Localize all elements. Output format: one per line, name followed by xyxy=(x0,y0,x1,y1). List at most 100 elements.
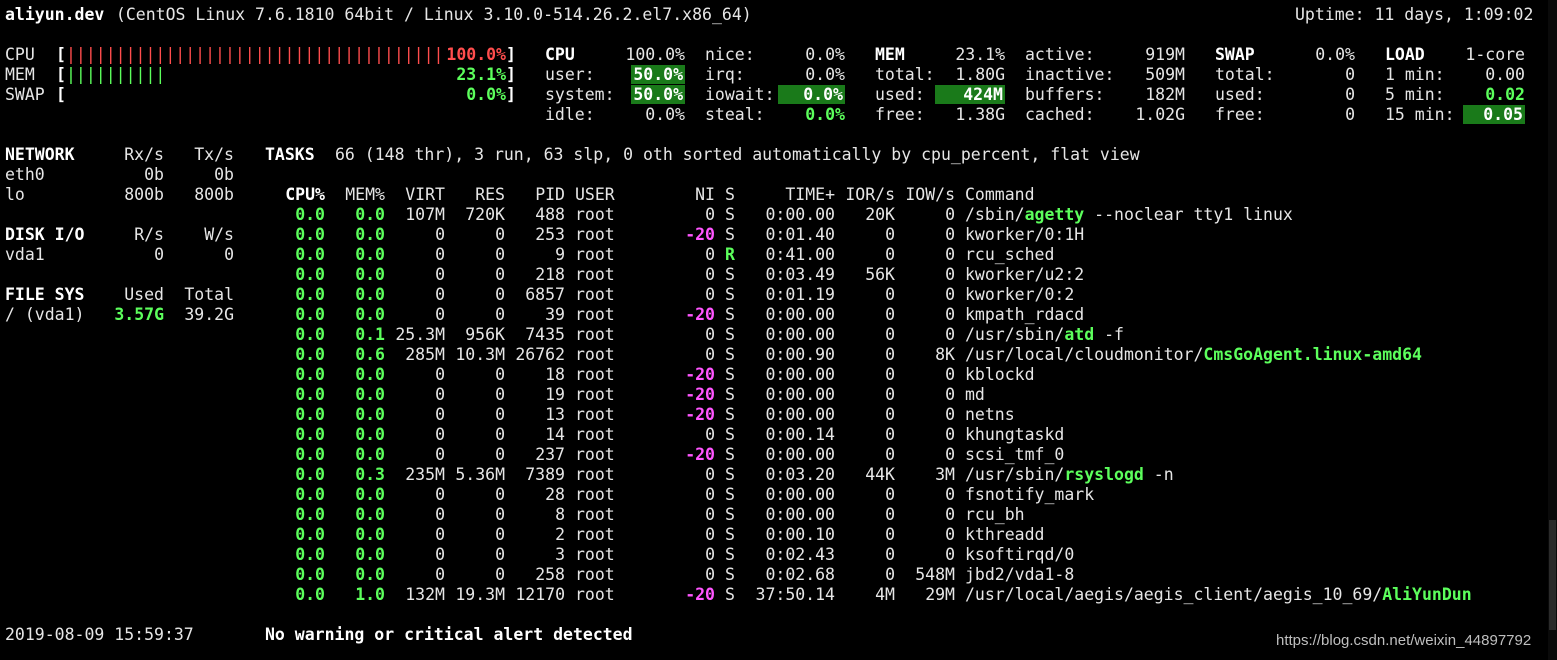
process-io-read: 0 xyxy=(885,505,895,524)
process-time: 0:03.20 xyxy=(765,465,835,484)
column-header-ni[interactable]: NI xyxy=(675,185,715,205)
process-time: 0:00.00 xyxy=(765,205,835,224)
column-header-iow[interactable]: IOW/s xyxy=(895,185,955,205)
process-command-path: fsnotify_mark xyxy=(965,485,1095,504)
process-user: root xyxy=(575,245,615,264)
process-time: 0:00.10 xyxy=(765,525,835,544)
process-io-read: 0 xyxy=(885,565,895,584)
system-info: (CentOS Linux 7.6.1810 64bit / Linux 3.1… xyxy=(106,5,752,24)
process-pid: 3 xyxy=(555,545,565,564)
process-status: S xyxy=(725,285,735,304)
process-io-write: 0 xyxy=(945,405,955,424)
column-header-user[interactable]: USER xyxy=(575,185,615,205)
process-command-path: khungtaskd xyxy=(965,425,1065,444)
process-nice: -20 xyxy=(685,385,715,404)
process-cpu: 0.0 xyxy=(295,225,325,244)
process-command-name: rsyslogd xyxy=(1064,465,1144,484)
process-pid: 39 xyxy=(545,305,565,324)
process-command-path: ksoftirqd/0 xyxy=(965,545,1075,564)
process-io-write: 0 xyxy=(945,305,955,324)
column-header-ior[interactable]: IOR/s xyxy=(835,185,895,205)
process-virt: 235M xyxy=(405,465,445,484)
process-io-write: 0 xyxy=(945,265,955,284)
cpu-iowait-value: 0.0% xyxy=(778,85,845,104)
process-pid: 488 xyxy=(535,205,565,224)
column-header-virt[interactable]: VIRT xyxy=(385,185,445,205)
column-header-cpu[interactable]: CPU% xyxy=(265,185,325,205)
process-user: root xyxy=(575,405,615,424)
disk-title: DISK I/O xyxy=(5,225,85,244)
process-cpu: 0.0 xyxy=(295,305,325,324)
process-io-write: 3M xyxy=(935,465,955,484)
process-command-path: rcu_bh xyxy=(965,505,1025,524)
process-time: 0:01.40 xyxy=(765,225,835,244)
process-command-path: /usr/sbin/ xyxy=(965,465,1065,484)
process-user: root xyxy=(575,265,615,284)
process-command: kworker/u2:2 xyxy=(965,265,1084,285)
process-pid: 7389 xyxy=(525,465,565,484)
process-io-write: 0 xyxy=(945,485,955,504)
process-nice: -20 xyxy=(685,405,715,424)
process-cpu: 0.0 xyxy=(295,485,325,504)
column-header-pid[interactable]: PID xyxy=(505,185,565,205)
process-user: root xyxy=(575,525,615,544)
process-time: 0:01.19 xyxy=(765,285,835,304)
swap-percent: 0.0% xyxy=(1315,45,1355,64)
process-io-read: 0 xyxy=(885,405,895,424)
cpu-user-label: user: xyxy=(545,65,595,84)
swap-used-label: used: xyxy=(1215,85,1265,104)
column-header-command[interactable]: Command xyxy=(965,185,1035,205)
process-res: 19.3M xyxy=(455,585,505,604)
network-iface-name: lo xyxy=(5,185,25,204)
process-mem: 0.0 xyxy=(355,425,385,444)
column-header-mem[interactable]: MEM% xyxy=(325,185,385,205)
process-io-read: 0 xyxy=(885,305,895,324)
process-command: khungtaskd xyxy=(965,425,1064,445)
cpu-steal-label: steal: xyxy=(705,105,765,124)
swap-total-label: total: xyxy=(1215,65,1275,84)
process-mem: 0.0 xyxy=(355,285,385,304)
process-res: 720K xyxy=(465,205,505,224)
process-pid: 6857 xyxy=(525,285,565,304)
process-user: root xyxy=(575,325,615,344)
process-res: 0 xyxy=(495,285,505,304)
process-command-path: kworker/0:2 xyxy=(965,285,1075,304)
process-cpu: 0.0 xyxy=(295,345,325,364)
process-mem: 0.0 xyxy=(355,245,385,264)
process-cpu: 0.0 xyxy=(295,285,325,304)
process-pid: 14 xyxy=(545,425,565,444)
process-command: rcu_bh xyxy=(965,505,1025,525)
process-time: 0:00.00 xyxy=(765,445,835,464)
column-header-res[interactable]: RES xyxy=(445,185,505,205)
process-pid: 2 xyxy=(555,525,565,544)
process-time: 0:00.14 xyxy=(765,425,835,444)
process-virt: 0 xyxy=(435,245,445,264)
column-header-time[interactable]: TIME+ xyxy=(745,185,835,205)
filesys-used-header: Used xyxy=(124,285,164,304)
process-pid: 9 xyxy=(555,245,565,264)
network-tx-header: Tx/s xyxy=(194,145,234,164)
process-cpu: 0.0 xyxy=(295,465,325,484)
footer-alert-status: No warning or critical alert detected xyxy=(265,625,633,644)
filesys-total-header: Total xyxy=(184,285,234,304)
cpu-title: CPU xyxy=(545,45,575,64)
swap-used-value: 0 xyxy=(1345,85,1355,104)
process-virt: 0 xyxy=(435,525,445,544)
quicklook-swap-label: SWAP xyxy=(5,85,45,104)
column-header-status[interactable]: S xyxy=(725,185,735,205)
process-command-path: /usr/sbin/ xyxy=(965,325,1065,344)
process-io-write: 0 xyxy=(945,385,955,404)
process-io-write: 0 xyxy=(945,205,955,224)
cpu-steal-value: 0.0% xyxy=(805,105,845,124)
process-io-write: 8K xyxy=(935,345,955,364)
process-res: 10.3M xyxy=(455,345,505,364)
scrollbar-thumb[interactable] xyxy=(1549,520,1556,630)
process-nice: -20 xyxy=(685,585,715,604)
process-cpu: 0.0 xyxy=(295,585,325,604)
process-command-path: kmpath_rdacd xyxy=(965,305,1085,324)
process-time: 0:00.00 xyxy=(765,365,835,384)
mem-used-label: used: xyxy=(875,85,925,104)
quicklook-cpu-open: [ xyxy=(56,45,66,64)
process-time: 0:03.49 xyxy=(765,265,835,284)
scrollbar[interactable] xyxy=(1548,0,1557,660)
